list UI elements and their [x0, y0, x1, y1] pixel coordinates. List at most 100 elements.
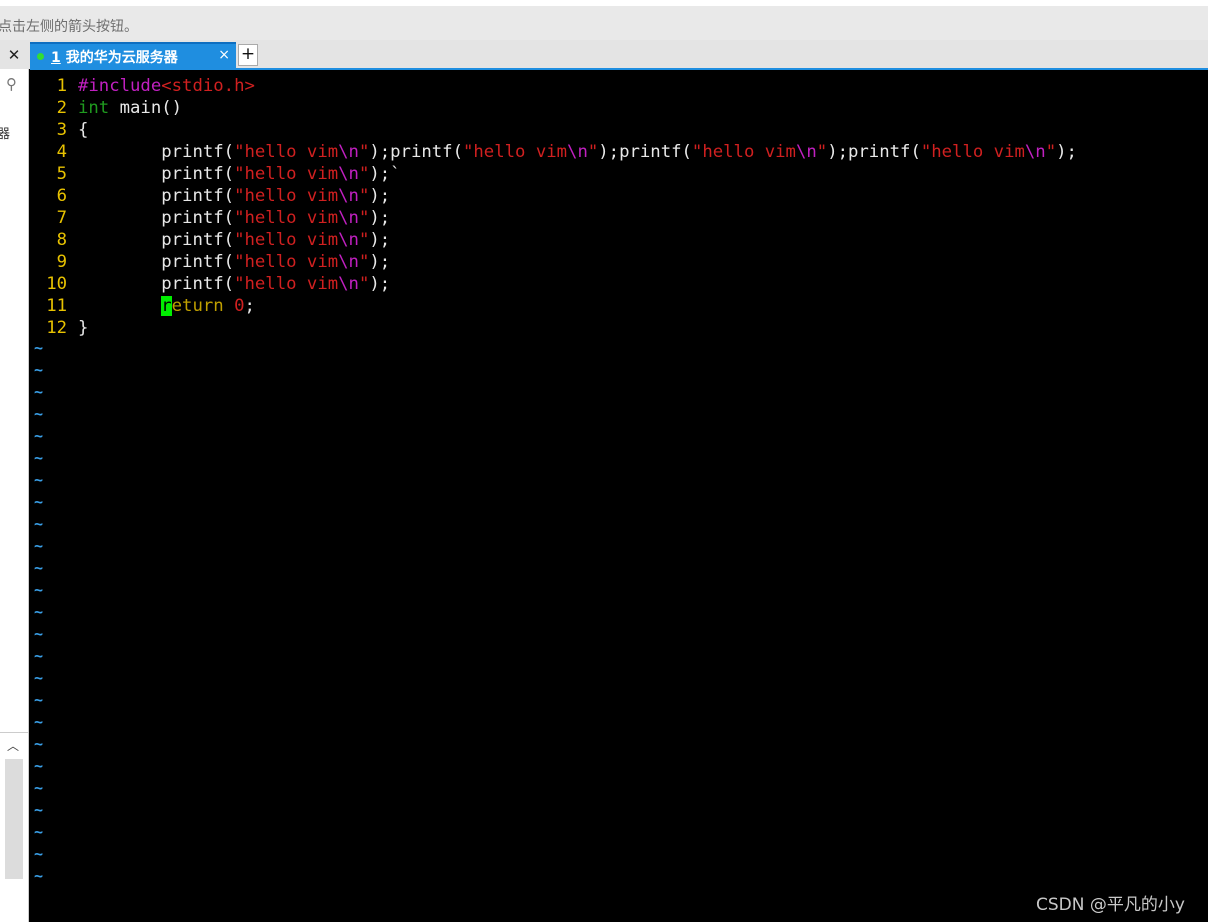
code-line: 7 printf("hello vim\n");	[30, 207, 391, 229]
escape-sequence: \n	[567, 142, 588, 162]
line-number: 12	[46, 318, 67, 338]
escape-sequence: \n	[338, 230, 359, 250]
statement-end: );	[369, 230, 391, 250]
code-line: 11 return 0;	[30, 295, 255, 317]
code-line: 8 printf("hello vim\n");	[30, 229, 391, 251]
tilde-marker: ~	[34, 361, 44, 379]
escape-sequence: \n	[338, 252, 359, 272]
string-quote: "	[463, 142, 474, 162]
tilde-marker: ~	[34, 581, 44, 599]
paren: (	[681, 142, 692, 162]
tab-label: 1 我的华为云服务器	[51, 47, 178, 67]
string-quote: "	[358, 142, 370, 162]
close-tab-icon[interactable]: ×	[218, 47, 230, 63]
code-line: 9 printf("hello vim\n");	[30, 251, 391, 273]
sidebar-item-label[interactable]: 器	[0, 123, 10, 142]
tilde-marker: ~	[34, 449, 44, 467]
tilde-marker: ~	[34, 625, 44, 643]
tilde-marker: ~	[34, 647, 44, 665]
string-literal: hello vim	[702, 142, 796, 162]
string-literal: hello vim	[931, 142, 1025, 162]
string-literal: hello vim	[244, 186, 339, 206]
paren: (	[910, 142, 921, 162]
string-literal: hello vim	[244, 274, 339, 294]
line-number: 3	[56, 120, 67, 140]
hint-bar: 点击左侧的箭头按钮。	[0, 0, 1208, 40]
string-quote: "	[234, 230, 245, 250]
code-line: 4 printf("hello vim\n");printf("hello vi…	[30, 141, 1077, 163]
code-line: 5 printf("hello vim\n");`	[30, 163, 401, 185]
code-line: 2 int main()	[30, 97, 182, 119]
tilde-marker: ~	[34, 691, 44, 709]
escape-sequence: \n	[338, 186, 359, 206]
line-number: 1	[56, 76, 67, 96]
tilde-marker: ~	[34, 559, 44, 577]
string-quote: "	[358, 252, 370, 272]
statement-end: );	[369, 164, 391, 184]
statement-end: ;	[244, 296, 255, 316]
function-name: printf	[161, 164, 224, 184]
tilde-marker: ~	[34, 471, 44, 489]
code-text: main()	[109, 98, 183, 118]
code-line: 6 printf("hello vim\n");	[30, 185, 391, 207]
preprocessor-directive: #include	[78, 76, 162, 96]
statement-end: );	[1056, 142, 1077, 162]
statement-end: );	[369, 274, 391, 294]
line-number: 7	[56, 208, 67, 228]
escape-sequence: \n	[795, 142, 817, 162]
tilde-marker: ~	[34, 823, 44, 841]
search-icon[interactable]: ⚲	[6, 75, 17, 93]
session-sidebar: ⚲ 器 ︿	[0, 69, 29, 922]
tab-title: 我的华为云服务器	[65, 49, 178, 66]
function-name: printf	[161, 142, 224, 162]
string-quote: "	[691, 142, 703, 162]
escape-sequence: \n	[338, 208, 359, 228]
code-text: }	[78, 318, 89, 338]
string-quote: "	[234, 252, 245, 272]
tilde-marker: ~	[34, 405, 44, 423]
string-quote: "	[358, 230, 370, 250]
escape-sequence: \n	[338, 142, 359, 162]
string-quote: "	[234, 164, 245, 184]
escape-sequence: \n	[1024, 142, 1046, 162]
sidebar-scrollbar[interactable]	[5, 759, 23, 879]
escape-sequence: \n	[338, 274, 359, 294]
tilde-marker: ~	[34, 845, 44, 863]
tilde-marker: ~	[34, 339, 44, 357]
line-number: 11	[46, 296, 67, 316]
tilde-marker: ~	[34, 669, 44, 687]
paren: (	[223, 230, 235, 250]
tilde-marker: ~	[34, 713, 44, 731]
new-tab-button[interactable]: +	[238, 44, 258, 66]
hint-text: 点击左侧的箭头按钮。	[0, 19, 138, 35]
string-literal: hello vim	[244, 208, 339, 228]
tilde-marker: ~	[34, 383, 44, 401]
close-side-panel-icon[interactable]: ✕	[0, 40, 28, 69]
sidebar-divider	[0, 732, 28, 733]
function-name: printf	[161, 186, 224, 206]
session-tab[interactable]: 1 我的华为云服务器 ×	[30, 42, 236, 69]
statement-end: );	[369, 186, 391, 206]
string-quote: "	[358, 164, 370, 184]
paren: (	[223, 186, 235, 206]
tilde-marker: ~	[34, 493, 44, 511]
header-name: <stdio.h>	[161, 76, 255, 96]
string-quote: "	[920, 142, 932, 162]
paren: (	[223, 164, 235, 184]
function-name: printf	[161, 208, 224, 228]
escape-sequence: \n	[338, 164, 359, 184]
tilde-marker: ~	[34, 757, 44, 775]
scroll-up-icon[interactable]: ︿	[7, 737, 19, 754]
vim-editor[interactable]: 1 #include<stdio.h> 2 int main() 3{ 4 prin…	[30, 70, 1208, 922]
watermark: CSDN @平凡的小y	[1036, 895, 1185, 915]
return-keyword: eturn	[171, 296, 224, 316]
line-number: 4	[56, 142, 67, 162]
function-name: printf	[161, 230, 224, 250]
line-number: 8	[56, 230, 67, 250]
tilde-marker: ~	[34, 603, 44, 621]
